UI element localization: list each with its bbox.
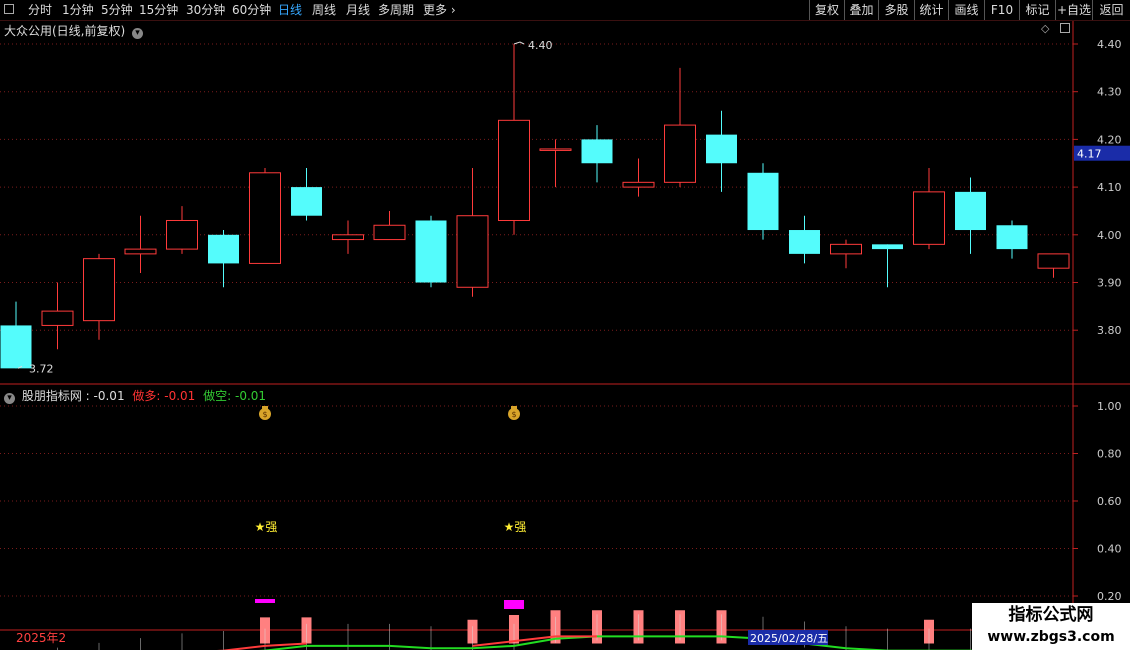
candle-body[interactable] <box>456 215 489 288</box>
indicator-title-row: ▾ 股朋指标网 : -0.01 做多: -0.01 做空: -0.01 <box>4 387 266 404</box>
price-tick-label: 4.10 <box>1097 181 1122 194</box>
high-label: 4.40 <box>528 39 553 52</box>
high-marker <box>513 41 525 45</box>
toolbar-button-6[interactable]: 标记 <box>1019 0 1055 20</box>
indicator-tick-label: 0.20 <box>1097 590 1122 603</box>
toolbar-button-7[interactable]: +自选 <box>1055 0 1092 20</box>
chevron-down-icon[interactable]: ▾ <box>132 28 144 39</box>
indicator-tick-label: 1.00 <box>1097 400 1122 413</box>
candle-body[interactable] <box>41 310 74 326</box>
candle-body[interactable] <box>208 234 239 264</box>
money-bag-icon: $ <box>511 410 516 419</box>
candle-body[interactable] <box>498 119 530 221</box>
price-tick-label: 4.00 <box>1097 229 1122 242</box>
date-start-label: 2025年2 <box>16 631 66 645</box>
price-tick-label: 4.30 <box>1097 86 1122 99</box>
indicator-name: 股朋指标网 <box>21 389 82 403</box>
candle-body[interactable] <box>332 234 364 241</box>
strong-signal-label: ★强 <box>255 520 278 534</box>
toolbar-button-2[interactable]: 多股 <box>878 0 914 20</box>
candle-body[interactable] <box>124 248 157 255</box>
candle-body[interactable] <box>0 325 32 369</box>
candle-body[interactable] <box>872 244 903 250</box>
chart-area[interactable]: 4.40 4.30 4.20 4.10 4.00 3.90 3.80 4.17 1.00 0.80… <box>0 0 1130 650</box>
candle-body[interactable] <box>622 181 655 188</box>
candle-body[interactable] <box>664 124 696 183</box>
period-tab-1[interactable]: 1分钟 <box>62 0 94 20</box>
main-panel-title: 大众公用(日线,前复权) <box>4 24 126 38</box>
indicator-tick-label: 0.80 <box>1097 448 1122 461</box>
candle-body[interactable] <box>581 139 613 164</box>
period-tab-4[interactable]: 30分钟 <box>186 0 225 20</box>
strong-signal-label: ★强 <box>504 520 527 534</box>
main-panel-title-row: 大众公用(日线,前复权) ▾ <box>4 22 144 39</box>
candle-body[interactable] <box>291 187 322 216</box>
date-cursor-label: 2025/02/28/五 <box>750 632 828 645</box>
chevron-down-icon[interactable]: ▾ <box>4 393 15 404</box>
current-price-label: 4.17 <box>1077 148 1102 161</box>
indicator-tick-label: 0.60 <box>1097 495 1122 508</box>
indicator-value: : -0.01 <box>85 389 125 403</box>
long-label: 做多: -0.01 <box>132 389 196 403</box>
period-tab-6[interactable]: 日线 <box>278 0 302 20</box>
diamond-icon[interactable]: ◇ <box>1041 22 1049 35</box>
period-tab-8[interactable]: 月线 <box>346 0 370 20</box>
toolbar-button-8[interactable]: 返回 <box>1092 0 1130 20</box>
period-tab-10[interactable]: 更多 › <box>423 0 456 20</box>
window-icon[interactable] <box>4 4 14 14</box>
low-label: 3.72 <box>29 362 54 375</box>
price-tick-label: 4.40 <box>1097 38 1122 51</box>
candle-body[interactable] <box>830 243 862 255</box>
watermark-url: www.zbgs3.com <box>987 629 1115 645</box>
toolbar-button-3[interactable]: 统计 <box>914 0 948 20</box>
candle-body[interactable] <box>415 220 447 283</box>
candle-body[interactable] <box>747 172 779 231</box>
candle-body[interactable] <box>373 224 406 241</box>
watermark-title: 指标公式网 <box>1008 605 1094 625</box>
panel-toggle-icon[interactable] <box>1060 23 1070 33</box>
candle-body[interactable] <box>539 148 572 151</box>
candle-body[interactable] <box>996 225 1028 250</box>
period-tab-0[interactable]: 分时 <box>28 0 52 20</box>
money-bag-icon <box>262 406 268 409</box>
indicator-tick-label: 0.40 <box>1097 543 1122 556</box>
money-bag-icon <box>511 406 517 409</box>
period-tab-9[interactable]: 多周期 <box>378 0 414 20</box>
magenta-mark <box>504 600 524 609</box>
candle-body[interactable] <box>166 219 198 250</box>
period-tab-3[interactable]: 15分钟 <box>139 0 178 20</box>
candle-body[interactable] <box>83 258 115 322</box>
candle-body[interactable] <box>913 191 945 245</box>
toolbar: 分时 1分钟 5分钟 15分钟 30分钟 60分钟 日线 周线 月线 多周期 更多 › 复权 叠加 多股统… <box>0 0 1130 21</box>
toolbar-button-5[interactable]: F10 <box>984 0 1019 20</box>
price-tick-label: 3.90 <box>1097 277 1122 290</box>
candle-body[interactable] <box>249 172 281 264</box>
price-tick-label: 4.20 <box>1097 133 1122 146</box>
candle-body[interactable] <box>789 230 820 254</box>
candle-body[interactable] <box>706 134 737 164</box>
watermark-logo: 指标公式网 www.zbgs3.com <box>972 603 1130 650</box>
price-tick-label: 3.80 <box>1097 324 1122 337</box>
money-bag-icon: $ <box>262 410 267 419</box>
period-tab-5[interactable]: 60分钟 <box>232 0 271 20</box>
magenta-mark <box>255 599 275 603</box>
toolbar-button-1[interactable]: 叠加 <box>844 0 878 20</box>
period-tab-7[interactable]: 周线 <box>312 0 336 20</box>
toolbar-button-4[interactable]: 画线 <box>948 0 984 20</box>
candle-body[interactable] <box>955 191 986 231</box>
toolbar-button-0[interactable]: 复权 <box>809 0 844 20</box>
candle-body[interactable] <box>1037 253 1070 269</box>
period-tab-2[interactable]: 5分钟 <box>101 0 133 20</box>
short-label: 做空: -0.01 <box>203 389 267 403</box>
